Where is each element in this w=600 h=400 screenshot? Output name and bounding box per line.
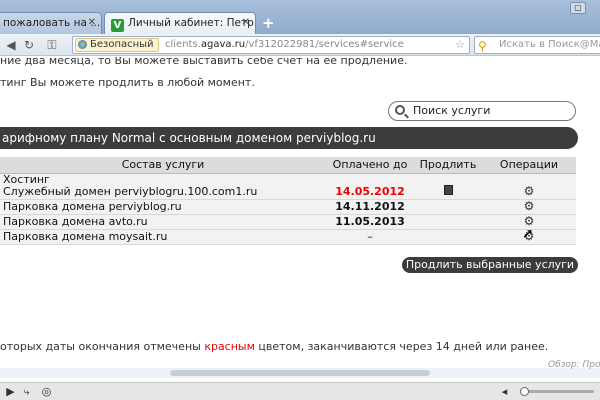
site-identity-badge[interactable]: Безопасный <box>75 38 159 52</box>
identity-label: Безопасный <box>90 39 154 50</box>
search-icon <box>395 105 405 115</box>
gear-icon[interactable]: ⚙ <box>524 200 535 212</box>
browser-tab-strip: пожаловать на ... ✕ V Личный кабинет: Пет… <box>0 0 600 34</box>
service-search-label: Поиск услуги <box>413 104 491 117</box>
paid-until-date: 11.05.2013 <box>326 214 414 230</box>
video-player-bar: ▶ ⤷ ◎ ◂ <box>0 382 600 400</box>
column-header-service: Состав услуги <box>0 157 326 174</box>
extend-cell <box>414 173 482 200</box>
site-favicon-icon: V <box>111 19 124 32</box>
service-search-button[interactable]: Поиск услуги <box>388 101 576 121</box>
extend-cell <box>414 214 482 230</box>
mouse-pointer-icon: ➚ <box>522 226 534 242</box>
table-header-row: Состав услуги Оплачено до Продлить Опера… <box>0 157 576 174</box>
column-header-extend: Продлить <box>414 157 482 174</box>
column-header-paid-until: Оплачено до <box>326 157 414 174</box>
service-name: Парковка домена perviyblog.ru <box>0 199 326 215</box>
intro-text-line1: ние два месяца, то Вы можете выставить с… <box>0 57 408 67</box>
intro-text-line2: тинг Вы можете продлить в любой момент. <box>0 76 255 89</box>
paid-until-date: 14.05.2012 <box>326 173 414 200</box>
column-header-operations: Операции <box>482 157 576 174</box>
service-name: Хостинг Служебный домен perviyblogru.100… <box>0 172 326 200</box>
key-icon[interactable]: ⚿ <box>42 37 62 53</box>
services-table: Состав услуги Оплачено до Продлить Опера… <box>0 157 576 245</box>
navigation-bar: ◀ ↻ ⚿ Безопасный clients.agava.ru/vf3120… <box>0 34 600 56</box>
browser-search-input[interactable]: ⚲ Искать в Поиск@Mail.ru <box>474 36 600 54</box>
gear-icon[interactable]: ⚙ <box>524 215 535 227</box>
fullscreen-icon[interactable]: ◎ <box>40 385 53 398</box>
table-row: Парковка домена avto.ru 11.05.2013 ⚙ <box>0 214 576 230</box>
table-row: Хостинг Служебный домен perviyblogru.100… <box>0 172 576 200</box>
operations-cell: ⚙ <box>482 199 576 215</box>
service-title: Хостинг <box>3 172 50 186</box>
window-control-icon[interactable]: ▢ <box>570 2 586 14</box>
scrollbar-thumb[interactable] <box>170 370 430 376</box>
extend-cell <box>414 199 482 215</box>
paid-until-date: 14.11.2012 <box>326 199 414 215</box>
horizontal-scrollbar[interactable] <box>0 368 600 378</box>
search-engine-icon[interactable]: ⚲ <box>478 38 487 53</box>
bookmark-star-icon[interactable]: ☆ <box>455 38 465 51</box>
tab-welcome[interactable]: пожаловать на ... ✕ <box>0 12 102 34</box>
globe-icon <box>78 40 87 49</box>
close-tab-icon[interactable]: ✕ <box>88 17 96 28</box>
tab-label: Личный кабинет: Петр... <box>128 17 256 29</box>
close-tab-icon[interactable]: ✕ <box>242 17 250 28</box>
watermark-text: Обзор: Прол <box>548 360 600 370</box>
volume-icon[interactable]: ◂ <box>498 385 511 398</box>
share-icon[interactable]: ⤷ <box>20 385 33 398</box>
extend-cell <box>414 229 482 245</box>
paid-until-date: – <box>326 229 414 245</box>
gear-icon[interactable]: ⚙ <box>524 185 535 197</box>
address-bar[interactable]: Безопасный clients.agava.ru/vf312022981/… <box>72 36 470 54</box>
plan-header: арифному плану Normal с основным доменом… <box>0 127 578 149</box>
volume-knob[interactable] <box>520 387 529 396</box>
tab-personal-cabinet[interactable]: V Личный кабинет: Петр... ✕ <box>104 12 256 34</box>
tab-label: пожаловать на ... <box>3 17 101 29</box>
table-row: Парковка домена moysait.ru – ⚙ <box>0 229 576 245</box>
search-placeholder: Искать в Поиск@Mail.ru <box>499 39 600 50</box>
service-subtitle: Служебный домен perviyblogru.100.com1.ru <box>3 184 258 198</box>
expiry-note: оторых даты окончания отмечены красным ц… <box>0 340 549 353</box>
new-tab-button[interactable]: + <box>262 14 275 32</box>
service-name: Парковка домена avto.ru <box>0 214 326 230</box>
operations-cell: ⚙ <box>482 173 576 200</box>
reload-icon[interactable]: ↻ <box>22 37 36 53</box>
back-icon[interactable]: ◀ <box>4 37 18 53</box>
service-name: Парковка домена moysait.ru <box>0 229 326 245</box>
url-text: clients.agava.ru/vf312022981/services#se… <box>165 39 404 50</box>
volume-slider[interactable] <box>520 387 594 396</box>
extend-selected-services-button[interactable]: Продлить выбранные услуги <box>402 257 578 273</box>
page-content: ние два месяца, то Вы можете выставить с… <box>0 57 600 368</box>
play-icon[interactable]: ▶ <box>4 385 17 398</box>
table-row: Парковка домена perviyblog.ru 14.11.2012… <box>0 199 576 215</box>
extend-checkbox[interactable] <box>443 184 453 195</box>
